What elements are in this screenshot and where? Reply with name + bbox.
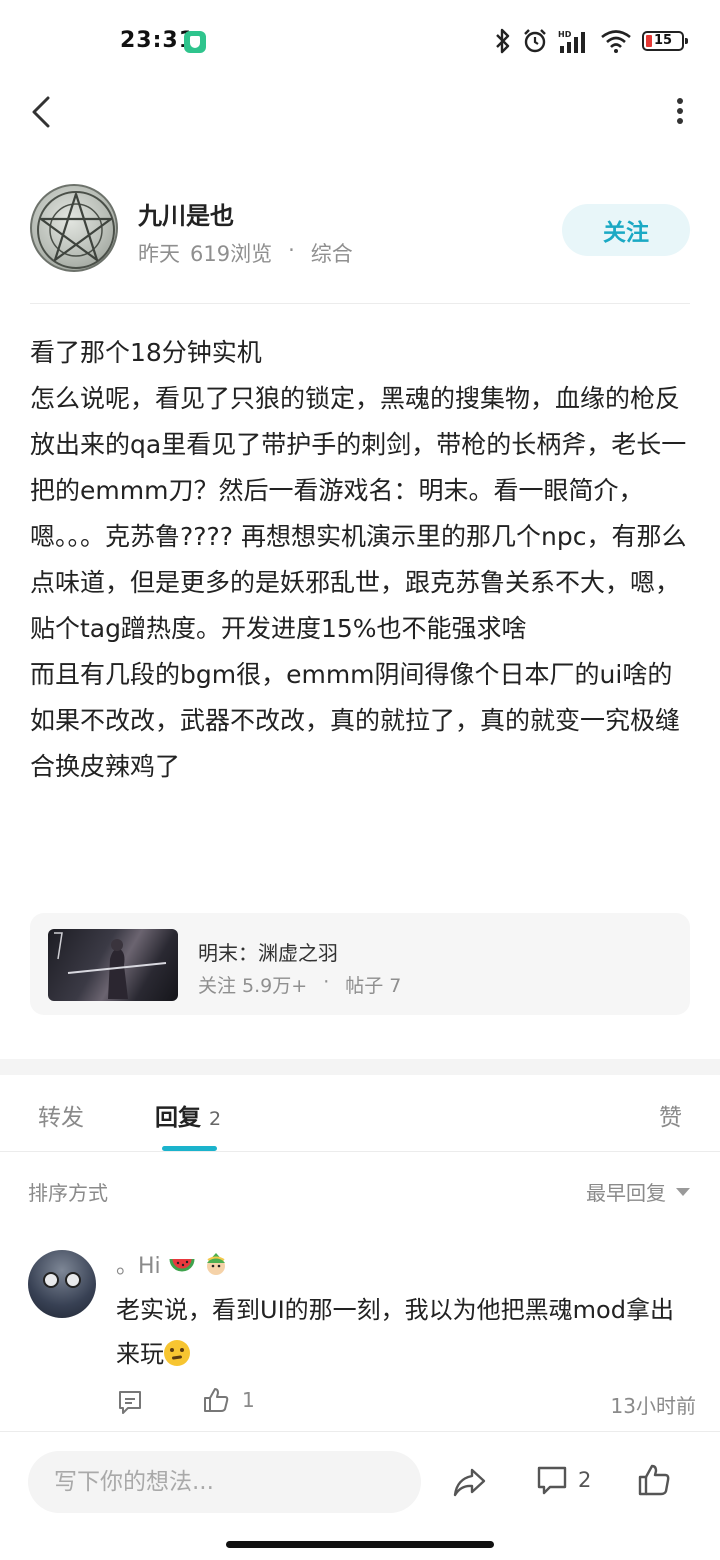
more-options-icon[interactable] — [674, 96, 686, 128]
comment-bubble-icon — [537, 1466, 567, 1495]
game-topic-card[interactable]: 明末：渊虚之羽 关注 5.9万+ · 帖子 7 — [30, 913, 690, 1015]
status-bar: 23:31 HD 15 — [0, 0, 720, 84]
commenter-avatar[interactable] — [28, 1250, 96, 1318]
battery-cap — [685, 38, 688, 44]
tab-replies-count: 2 — [209, 1108, 222, 1130]
tab-replies-label: 回复 — [155, 1105, 201, 1131]
follow-button[interactable]: 关注 — [562, 204, 690, 256]
topic-name: 明末：渊虚之羽 — [198, 941, 338, 965]
svg-text:HD: HD — [558, 30, 572, 39]
sort-label: 排序方式 — [28, 1181, 108, 1205]
avatar-eye — [65, 1272, 81, 1288]
battery-level-text: 15 — [654, 33, 673, 48]
post-meta: 昨天 619浏览 · 综合 — [138, 238, 353, 268]
wifi-icon — [601, 30, 631, 53]
comment-username-text: 。Hi — [116, 1254, 161, 1279]
topic-meta: 关注 5.9万+ · 帖子 7 — [198, 971, 401, 998]
game-cover-art — [54, 932, 167, 999]
watermelon-emoji-icon — [169, 1258, 195, 1272]
tab-like[interactable]: 赞 — [659, 1098, 682, 1132]
reply-comment-icon[interactable] — [116, 1388, 144, 1416]
alarm-icon — [524, 29, 546, 53]
post-paragraph: 看了那个18分钟实机 — [30, 338, 262, 367]
sort-dropdown[interactable]: 最早回复 — [586, 1177, 690, 1206]
author-avatar[interactable] — [30, 184, 118, 272]
status-icons: HD 15 — [494, 26, 688, 56]
post-paragraph: 放出来的qa里看见了带护手的刺剑，带枪的长柄斧，老长一把的emmm刀？然后一看游… — [30, 430, 687, 643]
thinking-face-emoji-icon — [164, 1340, 190, 1366]
back-arrow-icon[interactable] — [26, 92, 58, 132]
topic-followers: 关注 5.9万+ — [198, 975, 308, 997]
topic-posts: 帖子 7 — [345, 975, 402, 997]
comment-like-count: 1 — [242, 1388, 255, 1412]
sort-selected-value: 最早回复 — [586, 1181, 666, 1205]
author-name[interactable]: 九川是也 — [138, 196, 234, 231]
battery-indicator: 15 — [642, 31, 688, 51]
post-body: 看了那个18分钟实机 怎么说呢，看见了只狼的锁定，黑魂的搜集物，血缘的枪反 放出… — [30, 330, 696, 790]
comments-count: 2 — [578, 1468, 592, 1492]
post-paragraph: 而且有几段的bgm很，emmm阴间得像个日本厂的ui啥的如果不改改，武器不改改，… — [30, 660, 681, 781]
like-post-icon[interactable] — [636, 1462, 672, 1498]
tab-forward[interactable]: 转发 — [38, 1098, 84, 1132]
comment-body: 老实说，看到UI的那一刻，我以为他把黑魂mod拿出来玩 — [116, 1296, 674, 1368]
tabs-divider — [0, 1151, 720, 1152]
comment-username[interactable]: 。Hi — [116, 1248, 229, 1280]
section-gap — [0, 1059, 720, 1075]
comment-text: 老实说，看到UI的那一刻，我以为他把黑魂mod拿出来玩 — [116, 1288, 696, 1376]
bluetooth-icon — [496, 28, 510, 54]
header-divider — [30, 303, 690, 304]
avatar-eye — [43, 1272, 59, 1288]
share-icon[interactable] — [452, 1464, 488, 1500]
game-cover-thumbnail — [48, 929, 178, 1001]
tab-replies[interactable]: 回复 2 — [155, 1098, 221, 1132]
comments-button[interactable]: 2 — [536, 1464, 591, 1496]
security-shield-icon — [184, 31, 206, 53]
thumbs-up-icon — [204, 1388, 229, 1412]
post-category[interactable]: 综合 — [311, 238, 353, 268]
post-paragraph: 怎么说呢，看见了只狼的锁定，黑魂的搜集物，血缘的枪反 — [30, 384, 681, 413]
bottom-bar-divider — [0, 1431, 720, 1432]
battery-level-fill — [646, 35, 652, 47]
home-indicator[interactable] — [226, 1541, 494, 1548]
meta-separator: · — [288, 238, 295, 262]
post-date: 昨天 — [138, 242, 180, 266]
caret-down-icon — [676, 1187, 690, 1196]
comment-time: 13小时前 — [610, 1394, 696, 1418]
elf-emoji-icon — [206, 1253, 225, 1275]
signal-icon: HD — [558, 30, 585, 53]
pentagram-avatar-art — [37, 191, 115, 269]
reply-input[interactable] — [28, 1451, 421, 1513]
comment-actions: 1 13小时前 — [116, 1386, 696, 1418]
comment-like-button[interactable]: 1 — [202, 1386, 255, 1414]
post-views: 619浏览 — [190, 242, 273, 266]
